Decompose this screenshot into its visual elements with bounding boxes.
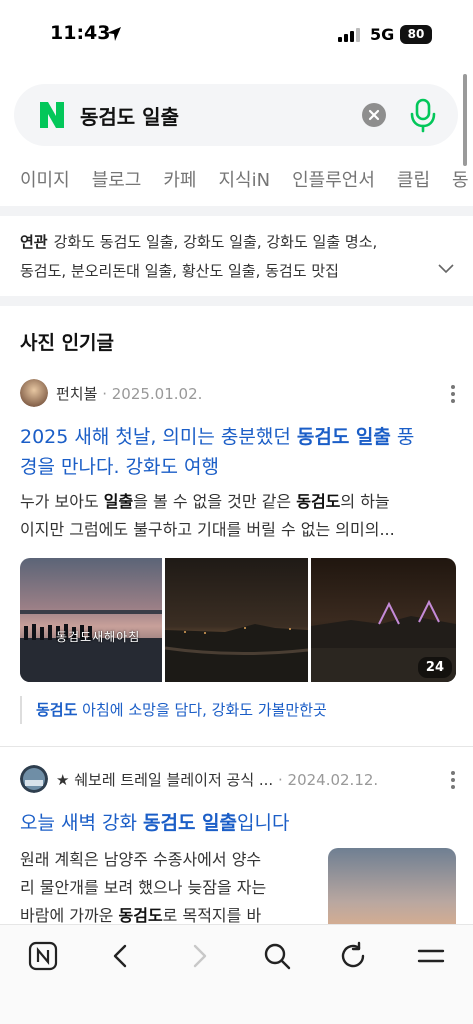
avatar[interactable] <box>20 765 48 793</box>
tab-knowledge[interactable]: 지식iN <box>219 170 271 191</box>
clear-search-button[interactable] <box>362 103 386 127</box>
sunrise-photo-image <box>20 558 162 682</box>
image-gallery[interactable]: 동검도새해아침 24 <box>20 558 456 682</box>
tab-blog[interactable]: 블로그 <box>92 170 142 191</box>
post-title[interactable]: 오늘 새벽 강화 동검도 일출입니다 <box>20 808 289 838</box>
post-description: 누가 보아도 일출을 볼 수 없을 것만 같은 동검도의 하늘 이지만 그럼에도… <box>20 492 395 539</box>
author-line: 펀치볼 · 2025.01.02. <box>56 385 203 403</box>
cellular-signal-icon <box>338 28 360 42</box>
tab-video-partial[interactable]: 동 <box>452 170 469 191</box>
chevron-down-icon[interactable] <box>438 264 454 274</box>
search-icon[interactable] <box>262 941 292 971</box>
search-input[interactable]: 동검도 일출 <box>80 101 179 130</box>
menu-icon[interactable] <box>416 941 446 971</box>
related-links-line2[interactable]: 동검도, 분오리돈대 일출, 황산도 일출, 동검도 맛집 <box>20 257 440 286</box>
divider <box>0 746 473 747</box>
status-bar: 11:43 5G 80 <box>0 0 473 68</box>
back-icon[interactable] <box>106 941 136 971</box>
post-image[interactable] <box>165 558 308 682</box>
post-date: 2025.01.02. <box>111 385 203 403</box>
author-name[interactable]: 펀치볼 <box>56 385 97 403</box>
close-icon <box>368 109 380 121</box>
avatar[interactable] <box>20 379 48 407</box>
more-options-button[interactable] <box>450 385 456 405</box>
status-time: 11:43 <box>50 22 111 44</box>
browser-toolbar <box>0 924 473 1024</box>
post-date: 2024.02.12. <box>287 771 379 789</box>
related-searches: 연관 강화도 동검도 일출, 강화도 일출, 강화도 일출 명소, 동검도, 분오… <box>20 228 440 286</box>
related-links-line1[interactable]: 강화도 동검도 일출, 강화도 일출, 강화도 일출 명소, <box>54 233 378 251</box>
night-coast-photo-image <box>165 558 308 682</box>
author-row[interactable]: ★ 쉐보레 트레일 블레이저 공식 ... · 2024.02.12. <box>20 765 456 795</box>
author-name[interactable]: ★ 쉐보레 트레일 블레이저 공식 ... <box>56 771 273 789</box>
battery-icon: 80 <box>400 25 432 44</box>
location-arrow-icon <box>107 27 121 41</box>
related-post-link[interactable]: 동검도 아침에 소망을 담다, 강화도 가볼만한곳 <box>20 696 327 724</box>
more-options-button[interactable] <box>450 771 456 791</box>
image-caption: 동검도새해아침 <box>56 630 141 644</box>
image-count-badge: 24 <box>417 657 452 678</box>
post-image[interactable]: 24 <box>311 558 456 682</box>
post-image[interactable]: 동검도새해아침 <box>20 558 162 682</box>
divider <box>0 296 473 306</box>
post-description: 원래 계획은 남양주 수종사에서 양수 리 물안개를 보려 했으나 늦잠을 자는… <box>20 850 267 925</box>
search-bar[interactable]: 동검도 일출 <box>14 84 458 146</box>
tab-influencer[interactable]: 인플루언서 <box>292 170 375 191</box>
scroll-indicator[interactable] <box>463 74 467 166</box>
author-row[interactable]: 펀치볼 · 2025.01.02. <box>20 379 456 409</box>
author-line: ★ 쉐보레 트레일 블레이저 공식 ... · 2024.02.12. <box>56 771 379 789</box>
naver-logo-icon[interactable] <box>38 100 66 130</box>
naver-home-icon[interactable] <box>28 941 58 971</box>
section-title: 사진 인기글 <box>20 332 115 354</box>
refresh-icon[interactable] <box>338 941 368 971</box>
post-title[interactable]: 2025 새해 첫날, 의미는 충분했던 동검도 일출 풍 경을 만나다. 강화… <box>20 422 414 482</box>
forward-icon[interactable] <box>184 941 214 971</box>
tab-cafe[interactable]: 카페 <box>163 170 196 191</box>
microphone-icon[interactable] <box>408 97 438 133</box>
network-type: 5G <box>370 25 395 44</box>
tab-clip[interactable]: 클립 <box>397 170 430 191</box>
divider <box>0 206 473 216</box>
search-tabs: 이미지 블로그 카페 지식iN 인플루언서 클립 동 <box>20 166 473 194</box>
tab-image[interactable]: 이미지 <box>20 170 70 191</box>
related-label: 연관 <box>20 233 48 251</box>
